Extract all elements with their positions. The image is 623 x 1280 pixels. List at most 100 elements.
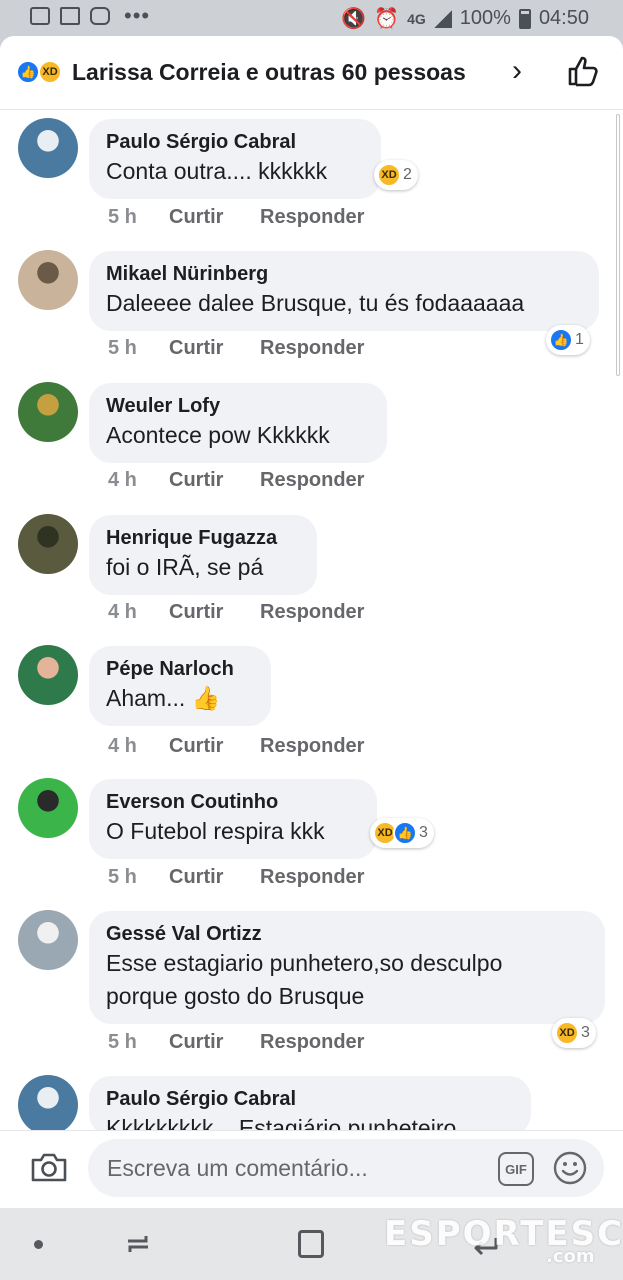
reaction-count: 3 [581,1024,590,1041]
mute-icon: 🔇 [341,8,367,30]
comment-reactions[interactable]: XD 2 [374,160,418,190]
comment-text: O Futebol respira kkk [106,818,325,844]
clock: 04:50 [538,7,589,29]
signal-icon [433,9,452,28]
like-comment-button[interactable]: Curtir [169,206,260,229]
watermark-logo-suffix: .com [546,1246,595,1267]
commenter-name[interactable]: Pépe Narloch [106,656,254,682]
comment-text: Aham... 👍 [106,685,221,711]
commenter-avatar[interactable] [18,910,78,970]
gif-button[interactable]: GIF [498,1152,534,1186]
comment-text-line-2: porque gosto do Brusque [106,983,365,1009]
like-button-icon[interactable] [566,54,600,88]
comment-timestamp[interactable]: 4 h [108,601,169,624]
like-comment-button[interactable]: Curtir [169,1031,260,1054]
comment-actions: 5 h Curtir Responder [108,337,364,360]
commenter-avatar[interactable] [18,514,78,574]
comment-timestamp[interactable]: 5 h [108,1031,169,1054]
comment-composer: GIF [0,1130,623,1208]
haha-reaction-icon: XD [38,60,62,84]
haha-reaction-icon: XD [555,1021,579,1045]
haha-reaction-icon: XD [377,163,401,187]
camera-icon[interactable] [30,1151,68,1183]
comment-text: Esse estagiario punhetero,so desculpo [106,950,503,976]
like-reaction-icon: 👍 [393,821,417,845]
emoji-icon[interactable] [553,1151,587,1185]
reply-button[interactable]: Responder [260,206,364,229]
comment-bubble[interactable]: Weuler Lofy Acontece pow Kkkkkk [89,383,387,463]
commenter-name[interactable]: Henrique Fugazza [106,525,300,551]
reactions-header[interactable]: 👍 XD Larissa Correia e outras 60 pessoas… [0,36,623,110]
like-comment-button[interactable]: Curtir [169,469,260,492]
system-icons: 🔇 ⏰ 4G 100% 04:50 [341,6,589,31]
comment-actions: 4 h Curtir Responder [108,469,364,492]
comment-actions: 4 h Curtir Responder [108,601,364,624]
header-reaction-icons: 👍 XD [16,60,68,86]
commenter-avatar[interactable] [18,1075,78,1135]
comment-reactions[interactable]: XD 3 [552,1018,596,1048]
chevron-right-icon[interactable]: › [512,54,522,88]
like-comment-button[interactable]: Curtir [169,866,260,889]
comment-timestamp[interactable]: 5 h [108,866,169,889]
comment-timestamp[interactable]: 4 h [108,469,169,492]
like-comment-button[interactable]: Curtir [169,601,260,624]
commenter-name[interactable]: Paulo Sérgio Cabral [106,1086,514,1112]
like-reaction-icon: 👍 [16,60,40,84]
comment-reactions[interactable]: XD 👍 3 [370,818,434,848]
comment-bubble[interactable]: Everson Coutinho O Futebol respira kkk [89,779,377,859]
commenter-avatar[interactable] [18,778,78,838]
recent-apps-icon[interactable] [124,1230,152,1258]
comment-actions: 5 h Curtir Responder [108,1031,364,1054]
comment-text: Conta outra.... kkkkkk [106,158,328,184]
commenter-avatar[interactable] [18,250,78,310]
comment-bubble[interactable]: Henrique Fugazza foi o IRÃ, se pá [89,515,317,595]
comment-bubble[interactable]: Paulo Sérgio Cabral Kkkkkkkkk... Estagiár… [89,1076,531,1136]
gallery-icon [30,7,50,25]
like-comment-button[interactable]: Curtir [169,337,260,360]
comment-text: Daleeee dalee Brusque, tu és fodaaaaaa [106,290,525,316]
comment-bubble[interactable]: Paulo Sérgio Cabral Conta outra.... kkkkk… [89,119,381,199]
commenter-name[interactable]: Gessé Val Ortizz [106,921,588,947]
comment-reactions[interactable]: 👍 1 [546,325,590,355]
comment-bubble[interactable]: Pépe Narloch Aham... 👍 [89,646,271,726]
comment-timestamp[interactable]: 5 h [108,337,169,360]
like-reaction-icon: 👍 [549,328,573,352]
comment-actions: 4 h Curtir Responder [108,735,364,758]
reply-button[interactable]: Responder [260,601,364,624]
like-comment-button[interactable]: Curtir [169,735,260,758]
commenter-name[interactable]: Paulo Sérgio Cabral [106,129,364,155]
reply-button[interactable]: Responder [260,866,364,889]
comment-text: foi o IRÃ, se pá [106,554,264,580]
nav-dot-icon[interactable] [34,1240,43,1249]
comments-sheet: 👍 XD Larissa Correia e outras 60 pessoas… [0,36,623,1208]
battery-percent: 100% [459,7,511,29]
commenter-name[interactable]: Everson Coutinho [106,789,360,815]
scroll-indicator[interactable] [616,114,620,376]
commenter-name[interactable]: Weuler Lofy [106,393,370,419]
instagram-icon [90,7,110,25]
reaction-count: 1 [575,331,584,348]
comment-text: Acontece pow Kkkkkk [106,422,330,448]
comment-timestamp[interactable]: 4 h [108,735,169,758]
reply-button[interactable]: Responder [260,337,364,360]
reply-button[interactable]: Responder [260,735,364,758]
mail-icon [60,7,80,25]
reactions-summary[interactable]: Larissa Correia e outras 60 pessoas [72,59,466,86]
status-bar: ••• 🔇 ⏰ 4G 100% 04:50 [0,0,623,36]
comment-actions: 5 h Curtir Responder [108,206,364,229]
comment-actions: 5 h Curtir Responder [108,866,364,889]
home-icon[interactable] [298,1230,324,1258]
commenter-name[interactable]: Mikael Nürinberg [106,261,582,287]
comment-bubble[interactable]: Gessé Val Ortizz Esse estagiario punheter… [89,911,605,1024]
commenter-avatar[interactable] [18,118,78,178]
commenter-avatar[interactable] [18,382,78,442]
comment-timestamp[interactable]: 5 h [108,206,169,229]
android-nav-bar: ESPORTESC .com [0,1208,623,1280]
reaction-count: 2 [403,166,412,183]
commenter-avatar[interactable] [18,645,78,705]
alarm-icon: ⏰ [374,8,400,30]
more-notifications-icon: ••• [124,3,151,28]
reply-button[interactable]: Responder [260,1031,364,1054]
reply-button[interactable]: Responder [260,469,364,492]
comment-bubble[interactable]: Mikael Nürinberg Daleeee dalee Brusque, t… [89,251,599,331]
